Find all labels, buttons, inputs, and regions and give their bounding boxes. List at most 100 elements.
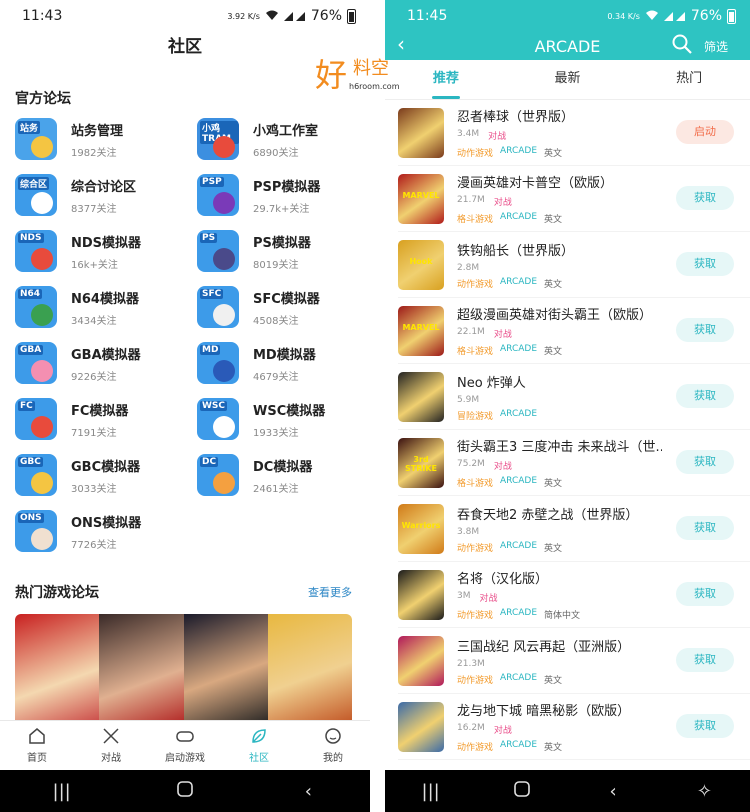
get-button[interactable]: 获取 — [676, 384, 734, 408]
signal-icon — [283, 10, 306, 23]
home-button-icon[interactable] — [165, 780, 205, 802]
genre-tag: 动作游戏 — [457, 149, 494, 159]
system-nav-bar: ||| ‹ — [0, 770, 370, 812]
battle-badge: 对战 — [493, 462, 512, 472]
game-size: 2.8M — [457, 262, 480, 273]
game-thumbnail — [398, 371, 444, 422]
get-button[interactable]: 获取 — [676, 186, 734, 210]
game-info: 忍者棒球（世界版） 3.4M 对战 动作游戏 ARCADE 英文 — [457, 106, 662, 159]
game-row[interactable]: MARVEL 漫画英雄对卡普空（欧版） 21.7M 对战 格斗游戏 ARCADE 英文 获取 — [398, 166, 750, 232]
home-button-icon[interactable] — [502, 780, 542, 802]
forum-item[interactable]: N64 N64模拟器 3434关注 — [15, 286, 197, 328]
recent-apps-icon[interactable]: ||| — [411, 781, 451, 802]
game-info: 吞食天地2 赤壁之战（世界版） 3.8M 动作游戏 ARCADE 英文 — [457, 504, 662, 554]
back-nav-icon[interactable]: ‹ — [593, 781, 633, 802]
forum-item[interactable]: 站务 站务管理 1982关注 — [15, 118, 197, 160]
forum-mascot-icon — [213, 416, 235, 438]
forum-text: GBA模拟器 9226关注 — [71, 344, 141, 383]
get-button[interactable]: 获取 — [676, 648, 734, 672]
search-icon[interactable] — [672, 34, 692, 54]
game-meta: 3M 对战 — [457, 591, 662, 604]
forum-text: DC模拟器 2461关注 — [253, 456, 312, 495]
forum-item[interactable]: FC FC模拟器 7191关注 — [15, 398, 197, 440]
view-more-link[interactable]: 查看更多 — [308, 584, 352, 600]
forum-followers: 1982关注 — [71, 147, 117, 159]
forum-mascot-icon — [31, 248, 53, 270]
tab-home[interactable]: 首页 — [0, 721, 74, 770]
filter-button[interactable]: 筛选 — [704, 38, 728, 55]
tab-latest[interactable]: 最新 — [507, 60, 629, 99]
game-meta: 3.8M — [457, 527, 662, 537]
game-row[interactable]: Warriors 吞食天地2 赤壁之战（世界版） 3.8M 动作游戏 ARCADE 英文 获… — [398, 496, 750, 562]
forum-text: WSC模拟器 1933关注 — [253, 400, 325, 439]
forum-item[interactable]: PSP PSP模拟器 29.7k+关注 — [197, 174, 367, 216]
genre-tag: 动作游戏 — [457, 743, 494, 753]
forum-item[interactable]: GBA GBA模拟器 9226关注 — [15, 342, 197, 384]
game-thumbnail — [398, 569, 444, 620]
forum-followers: 2461关注 — [253, 483, 299, 495]
game-row[interactable]: 三国战纪 风云再起（亚洲版） 21.3M 动作游戏 ARCADE 英文 获取 — [398, 628, 750, 694]
game-row[interactable]: MARVEL 超级漫画英雄对街头霸王（欧版） 22.1M 对战 格斗游戏 ARCADE 英文… — [398, 298, 750, 364]
tab-mine[interactable]: 我的 — [296, 721, 370, 770]
forum-text: ONS模拟器 7726关注 — [71, 512, 141, 551]
forum-item[interactable]: NDS NDS模拟器 16k+关注 — [15, 230, 197, 272]
swords-icon — [103, 728, 119, 744]
forum-item[interactable]: MD MD模拟器 4679关注 — [197, 342, 367, 384]
forum-item[interactable]: SFC SFC模拟器 4508关注 — [197, 286, 367, 328]
status-icons: 0.34 K/s 76% — [607, 8, 736, 24]
game-tags: 格斗游戏 ARCADE 英文 — [457, 476, 662, 489]
forum-icon: MD — [197, 342, 239, 384]
game-row[interactable]: 忍者棒球（世界版） 3.4M 对战 动作游戏 ARCADE 英文 启动 — [398, 100, 750, 166]
launch-button[interactable]: 启动 — [676, 120, 734, 144]
site-watermark-logo: 好 料空 h6room.com — [315, 50, 435, 94]
forum-icon-tag: GBC — [18, 457, 43, 467]
genre-tag: 格斗游戏 — [457, 347, 494, 357]
forum-item[interactable]: GBC GBC模拟器 3033关注 — [15, 454, 197, 496]
get-button[interactable]: 获取 — [676, 516, 734, 540]
forum-icon-tag: PS — [200, 233, 218, 243]
forum-icon-tag: NDS — [18, 233, 44, 243]
app-bar: ‹ ARCADE 筛选 — [385, 32, 750, 60]
get-button[interactable]: 获取 — [676, 252, 734, 276]
game-info: 超级漫画英雄对街头霸王（欧版） 22.1M 对战 格斗游戏 ARCADE 英文 — [457, 304, 662, 357]
get-button[interactable]: 获取 — [676, 582, 734, 606]
game-meta: 21.3M — [457, 659, 662, 669]
game-name: Neo 炸弹人 — [457, 375, 526, 391]
home-icon — [29, 728, 45, 744]
game-row[interactable]: Hook 铁钩船长（世界版） 2.8M 动作游戏 ARCADE 英文 获取 — [398, 232, 750, 298]
hot-game-banner[interactable] — [15, 614, 352, 726]
forum-item[interactable]: ONS ONS模拟器 7726关注 — [15, 510, 197, 552]
tab-battle[interactable]: 对战 — [74, 721, 148, 770]
forum-item[interactable]: 小鸡TRAM 小鸡工作室 6890关注 — [197, 118, 367, 160]
get-button[interactable]: 获取 — [676, 714, 734, 738]
back-nav-icon[interactable]: ‹ — [288, 781, 328, 802]
game-thumb-text: 3rd STRIKE — [404, 454, 438, 473]
app-header: 11:45 0.34 K/s 76% ‹ ARCADE 筛选 — [385, 0, 750, 60]
get-button[interactable]: 获取 — [676, 450, 734, 474]
game-list: 忍者棒球（世界版） 3.4M 对战 动作游戏 ARCADE 英文 启动 MARVEL 漫画英雄对… — [385, 100, 750, 760]
game-row[interactable]: 3rd STRIKE 街头霸王3 三度冲击 未来战斗（世... 75.2M 对战 格斗游… — [398, 430, 750, 496]
accessibility-icon[interactable]: ✧ — [684, 781, 724, 802]
recent-apps-icon[interactable]: ||| — [42, 781, 82, 802]
arcade-screen: 11:45 0.34 K/s 76% ‹ ARCADE 筛选 推荐 最新 热门 — [385, 0, 750, 812]
tab-popular[interactable]: 热门 — [628, 60, 750, 99]
get-button[interactable]: 获取 — [676, 318, 734, 342]
community-screen: 11:43 3.92 K/s 76% 社区 官方论坛 站务 站务管理 1982关注小… — [0, 0, 370, 812]
forum-item[interactable]: 综合区 综合讨论区 8377关注 — [15, 174, 197, 216]
game-row[interactable]: 名将（汉化版） 3M 对战 动作游戏 ARCADE 简体中文 获取 — [398, 562, 750, 628]
game-thumbnail: 3rd STRIKE — [398, 437, 444, 488]
forum-item[interactable]: WSC WSC模拟器 1933关注 — [197, 398, 367, 440]
battery-icon — [347, 8, 356, 24]
game-thumb-text: MARVEL — [402, 190, 440, 200]
tab-label: 启动游戏 — [165, 753, 205, 764]
forum-item[interactable]: PS PS模拟器 8019关注 — [197, 230, 367, 272]
fighter-art-2 — [99, 614, 184, 726]
forum-icon-tag: ONS — [18, 513, 44, 523]
forum-item[interactable]: DC DC模拟器 2461关注 — [197, 454, 367, 496]
tab-launch-game[interactable]: 启动游戏 — [148, 721, 222, 770]
tab-community[interactable]: 社区 — [222, 721, 296, 770]
wifi-icon — [645, 10, 659, 23]
game-row[interactable]: 龙与地下城 暗黑秘影（欧版） 16.2M 对战 动作游戏 ARCADE 英文 获取 — [398, 694, 750, 760]
game-row[interactable]: Neo 炸弹人 5.9M 冒险游戏 ARCADE 获取 — [398, 364, 750, 430]
game-size: 3.4M — [457, 129, 480, 139]
